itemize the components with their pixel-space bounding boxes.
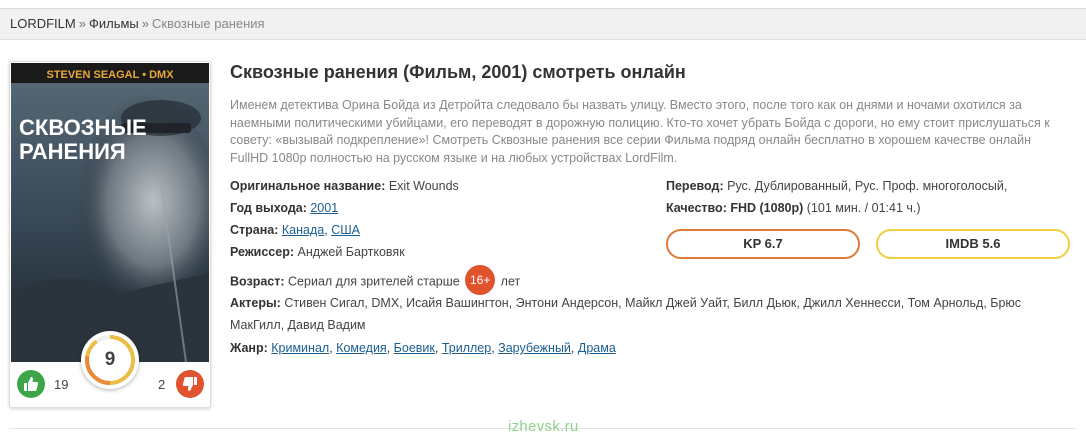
breadcrumb-separator: »: [141, 16, 149, 31]
info-label: Режиссер:: [230, 245, 295, 259]
vote-row: 19 2: [10, 362, 210, 408]
quality-value: FHD (1080p): [730, 201, 804, 215]
age-suffix: лет: [500, 274, 521, 289]
info-label: Актеры:: [230, 296, 281, 310]
info-value: Exit Wounds: [388, 179, 459, 193]
poster-image: STEVEN SEAGAL • DMX СКВОЗНЫЕ РАНЕНИЯ: [11, 63, 209, 362]
poster-title-line1: СКВОЗНЫЕ: [19, 115, 147, 140]
poster-card: STEVEN SEAGAL • DMX СКВОЗНЫЕ РАНЕНИЯ 9 1…: [9, 61, 211, 408]
info-label: Перевод:: [666, 179, 724, 193]
breadcrumb-current: Сквозные ранения: [152, 16, 265, 31]
poster-top-text: STEVEN SEAGAL • DMX: [46, 69, 174, 81]
info-director: Режиссер: Анджей Бартковяк: [230, 245, 405, 259]
info-label: Жанр:: [230, 341, 268, 355]
thumbs-up-icon: [24, 377, 39, 391]
breadcrumb: LORDFILM» Фильмы» Сквозные ранения: [0, 8, 1086, 40]
kp-rating-button[interactable]: KP 6.7: [666, 229, 860, 259]
breadcrumb-section-link[interactable]: Фильмы: [89, 16, 139, 31]
watermark: izhevsk.ru: [508, 418, 579, 435]
imdb-rating-button[interactable]: IMDB 5.6: [876, 229, 1070, 259]
page-title: Сквозные ранения (Фильм, 2001) смотреть …: [230, 62, 686, 82]
thumbs-down-icon: [182, 377, 197, 391]
info-original-title: Оригинальное название: Exit Wounds: [230, 179, 459, 193]
breadcrumb-separator: »: [78, 16, 86, 31]
info-quality: Качество: FHD (1080p) (101 мин. / 01:41 …: [666, 201, 921, 215]
info-genre: Жанр: Криминал, Комедия, Боевик, Триллер…: [230, 341, 616, 355]
genre-link[interactable]: Боевик: [394, 341, 435, 355]
poster-title-line2: РАНЕНИЯ: [19, 139, 126, 164]
country-link[interactable]: США: [331, 223, 360, 237]
info-label: Год выхода:: [230, 201, 307, 215]
movie-poster[interactable]: STEVEN SEAGAL • DMX СКВОЗНЫЕ РАНЕНИЯ: [11, 63, 209, 362]
breadcrumb-home-link[interactable]: LORDFILM: [10, 16, 76, 31]
age-prefix: Сериал для зрителей старше: [288, 274, 460, 289]
info-value: Анджей Бартковяк: [297, 245, 405, 259]
like-button[interactable]: [17, 370, 45, 398]
dislike-count: 2: [158, 377, 166, 392]
info-year: Год выхода: 2001: [230, 201, 338, 215]
info-label: Оригинальное название:: [230, 179, 386, 193]
genre-link[interactable]: Зарубежный: [498, 341, 571, 355]
like-count: 19: [54, 377, 69, 392]
genre-link[interactable]: Криминал: [271, 341, 329, 355]
info-label: Возраст:: [230, 274, 285, 289]
genre-link[interactable]: Комедия: [336, 341, 387, 355]
movie-description: Именем детектива Орина Бойда из Детройта…: [230, 98, 1050, 165]
duration-value: (101 мин. / 01:41 ч.): [806, 201, 921, 215]
info-value: Стивен Сигал, DMX, Исайя Вашингтон, Энто…: [230, 296, 1022, 332]
info-country: Страна: Канада, США: [230, 223, 361, 237]
info-actors: Актеры: Стивен Сигал, DMX, Исайя Вашингт…: [230, 292, 1070, 336]
info-translation: Перевод: Рус. Дублированный, Рус. Проф. …: [666, 179, 1007, 193]
info-label: Страна:: [230, 223, 279, 237]
country-link[interactable]: Канада: [282, 223, 324, 237]
dislike-button[interactable]: [176, 370, 204, 398]
genre-link[interactable]: Драма: [578, 341, 616, 355]
info-value: Рус. Дублированный, Рус. Проф. многоголо…: [727, 179, 1008, 193]
year-link[interactable]: 2001: [310, 201, 338, 215]
genre-link[interactable]: Триллер: [442, 341, 491, 355]
info-label: Качество:: [666, 201, 727, 215]
age-badge: 16+: [465, 265, 496, 295]
